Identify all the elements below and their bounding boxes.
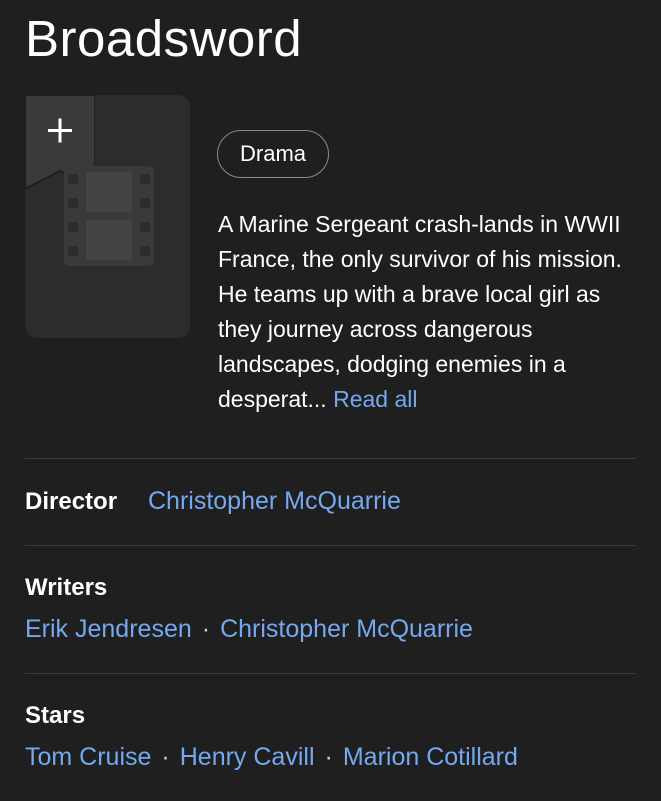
divider <box>25 458 636 459</box>
read-all-link[interactable]: Read all <box>333 386 417 412</box>
star-link[interactable]: Marion Cotillard <box>343 743 518 771</box>
writers-row: Erik Jendresen · Christopher McQuarrie <box>25 615 473 644</box>
writer-link[interactable]: Christopher McQuarrie <box>220 615 473 643</box>
plot-summary: A Marine Sergeant crash-lands in WWII Fr… <box>218 207 638 417</box>
genre-chip[interactable]: Drama <box>217 130 330 178</box>
divider <box>25 673 636 674</box>
writer-link[interactable]: Erik Jendresen <box>25 615 192 643</box>
film-icon <box>64 166 154 266</box>
star-link[interactable]: Henry Cavill <box>180 743 315 771</box>
director-link[interactable]: Christopher McQuarrie <box>148 487 401 515</box>
director-label: Director <box>25 488 118 515</box>
separator-dot: · <box>324 743 333 771</box>
separator-dot: · <box>201 615 211 643</box>
star-link[interactable]: Tom Cruise <box>25 743 151 771</box>
stars-label: Stars <box>25 702 86 729</box>
divider <box>25 545 636 546</box>
director-row: Christopher McQuarrie <box>148 487 401 516</box>
plot-text: A Marine Sergeant crash-lands in WWII Fr… <box>218 211 622 412</box>
genre-label: Drama <box>240 141 307 166</box>
stars-row: Tom Cruise · Henry Cavill · Marion Cotillard <box>25 743 518 772</box>
writers-label: Writers <box>25 574 108 601</box>
page-title: Broadsword <box>25 10 303 67</box>
separator-dot: · <box>161 743 170 771</box>
